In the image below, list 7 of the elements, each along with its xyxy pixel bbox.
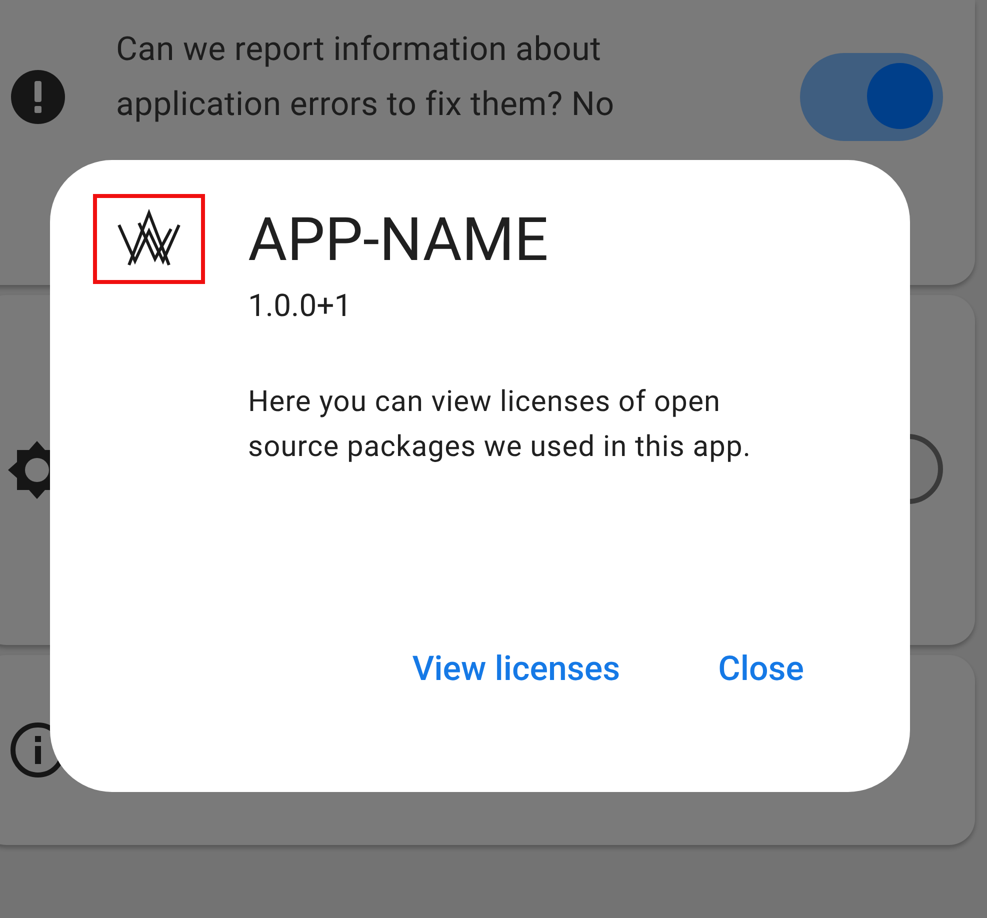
app-version: 1.0.0+1 (248, 286, 353, 326)
alert-icon (10, 69, 66, 125)
dialog-button[interactable]: View licenses (398, 640, 634, 696)
dialog-button[interactable]: Close (704, 640, 818, 696)
dialog-message: Here you can view licenses of open source packages we used in this app. (248, 384, 752, 466)
app-name: APP-NAME (248, 203, 550, 277)
setting-description: Can we report information about application errors to fix them? No (116, 29, 616, 126)
